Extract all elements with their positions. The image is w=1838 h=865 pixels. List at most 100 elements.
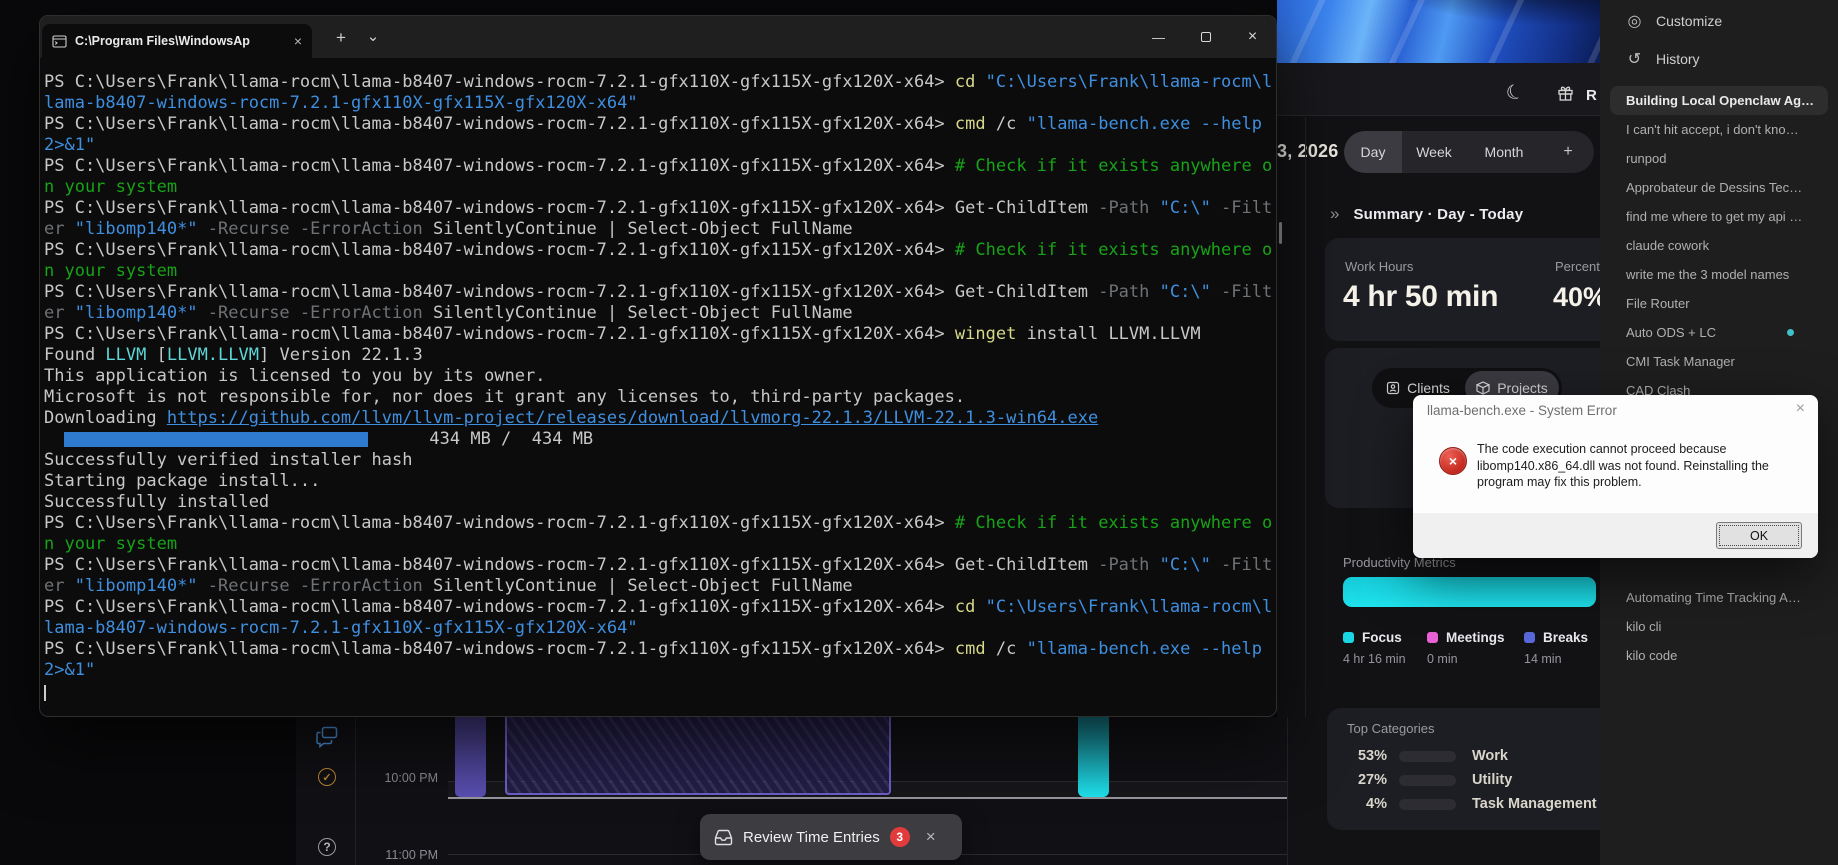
history-item[interactable]: Building Local Openclaw Ag… — [1610, 86, 1828, 115]
chat-icon[interactable] — [316, 726, 340, 748]
history-item-label: Auto ODS + LC — [1626, 325, 1716, 340]
system-error-dialog: llama-bench.exe - System Error × × The c… — [1413, 395, 1818, 558]
download-progress-bar — [64, 432, 368, 447]
inbox-icon — [714, 829, 733, 846]
help-icon[interactable]: ? — [318, 838, 336, 856]
top-categories-rows: 53%Work27%Utility4%Task Management — [1339, 744, 1607, 816]
maximize-button[interactable] — [1182, 16, 1229, 58]
toast-close-icon[interactable]: × — [926, 827, 936, 847]
category-percent: 27% — [1339, 772, 1387, 788]
tab-clients[interactable]: Clients — [1372, 380, 1464, 396]
legend-swatch — [1427, 632, 1438, 643]
toast-badge: 3 — [890, 827, 910, 847]
legend-item-focus: Focus4 hr 16 min — [1343, 630, 1406, 666]
terminal-line: PS C:\Users\Frank\llama-rocm\llama-b8407… — [44, 639, 1270, 660]
category-name: Utility — [1472, 772, 1512, 788]
time-label-11pm: 11:00 PM — [362, 848, 438, 862]
check-circle-icon[interactable]: ✓ — [318, 768, 336, 786]
terminal-line: PS C:\Users\Frank\llama-rocm\llama-b8407… — [44, 72, 1270, 93]
customize-button[interactable]: ◎ Customize — [1600, 4, 1838, 38]
legend-swatch — [1524, 632, 1535, 643]
category-name: Work — [1472, 748, 1508, 764]
history-item-label: write me the 3 model names — [1626, 267, 1789, 282]
terminal-line: n your system — [44, 177, 1270, 198]
category-percent: 53% — [1339, 748, 1387, 764]
work-hours-value: 4 hr 50 min — [1343, 280, 1498, 314]
review-time-entries-toast[interactable]: Review Time Entries 3 × — [700, 814, 962, 860]
history-item[interactable]: CMI Task Manager — [1610, 347, 1828, 376]
tab-close-icon[interactable]: × — [294, 33, 302, 49]
legend-item-meetings: Meetings0 min — [1427, 630, 1505, 666]
tab-dropdown-icon[interactable]: ⌄ — [360, 23, 386, 49]
percent-value: 40% — [1553, 282, 1607, 313]
terminal-body[interactable]: PS C:\Users\Frank\llama-rocm\llama-b8407… — [40, 58, 1276, 716]
terminal-tab-title: C:\Program Files\WindowsAp — [75, 34, 286, 48]
legend-item-breaks: Breaks14 min — [1524, 630, 1588, 666]
maximize-icon — [1201, 32, 1211, 42]
terminal-titlebar[interactable]: C:\Program Files\WindowsAp × + ⌄ — × — [40, 16, 1276, 58]
terminal-line: n your system — [44, 261, 1270, 282]
gift-icon[interactable] — [1557, 85, 1574, 102]
tab-month[interactable]: Month — [1466, 131, 1542, 173]
summary-header: » Summary · Day - Today — [1330, 204, 1523, 224]
tab-day[interactable]: Day — [1344, 131, 1402, 173]
category-name: Task Management — [1472, 796, 1597, 812]
add-view-button[interactable]: + — [1542, 131, 1594, 173]
history-item[interactable]: Auto ODS + LC — [1610, 318, 1828, 347]
terminal-line: lama-b8407-windows-rocm-7.2.1-gfx110X-gf… — [44, 618, 1270, 639]
category-bar-track — [1399, 751, 1456, 762]
ok-button[interactable]: OK — [1716, 522, 1802, 549]
terminal-line: PS C:\Users\Frank\llama-rocm\llama-b8407… — [44, 156, 1270, 177]
history-button[interactable]: ↺ History — [1600, 42, 1838, 76]
terminal-line: PS C:\Users\Frank\llama-rocm\llama-b8407… — [44, 555, 1270, 576]
terminal-line: Starting package install... — [44, 471, 1270, 492]
history-item[interactable]: kilo code — [1610, 641, 1828, 670]
terminal-line: n your system — [44, 534, 1270, 555]
summary-title: Summary · Day - Today — [1353, 206, 1523, 223]
terminal-tab[interactable]: C:\Program Files\WindowsAp × — [42, 24, 312, 58]
customize-label: Customize — [1656, 13, 1722, 29]
history-item[interactable]: write me the 3 model names — [1610, 260, 1828, 289]
cube-icon — [1476, 381, 1490, 395]
scrollbar-thumb[interactable] — [1279, 222, 1282, 244]
history-item[interactable]: runpod — [1610, 144, 1828, 173]
terminal-line: PS C:\Users\Frank\llama-rocm\llama-b8407… — [44, 282, 1270, 303]
tab-week[interactable]: Week — [1402, 131, 1466, 173]
history-item[interactable]: Automating Time Tracking A… — [1610, 583, 1828, 612]
dialog-message: The code execution cannot proceed becaus… — [1477, 441, 1809, 491]
legend-swatch — [1343, 632, 1354, 643]
history-item[interactable]: I can't hit accept, i don't kno… — [1610, 115, 1828, 144]
legend-name: Breaks — [1543, 630, 1588, 645]
history-item[interactable]: find me where to get my api … — [1610, 202, 1828, 231]
dialog-title: llama-bench.exe - System Error — [1427, 403, 1617, 418]
history-item-label: kilo code — [1626, 648, 1677, 663]
history-item[interactable]: claude cowork — [1610, 231, 1828, 260]
history-label: History — [1656, 51, 1700, 67]
history-item[interactable]: File Router — [1610, 289, 1828, 318]
top-categories-card: Top Categories 53%Work27%Utility4%Task M… — [1327, 708, 1617, 830]
terminal-line: PS C:\Users\Frank\llama-rocm\llama-b8407… — [44, 240, 1270, 261]
category-bar-track — [1399, 799, 1456, 810]
dialog-close-icon[interactable]: × — [1796, 400, 1805, 418]
panel-divider — [1305, 117, 1306, 717]
date-label: 3, 2026 — [1277, 141, 1338, 162]
terminal-line — [44, 681, 1270, 702]
history-item[interactable]: kilo cli — [1610, 612, 1828, 641]
current-time-line — [448, 797, 1287, 799]
close-button[interactable]: × — [1229, 16, 1276, 58]
account-label[interactable]: R — [1586, 87, 1597, 104]
chart-right-divider — [1287, 717, 1288, 865]
terminal-line: PS C:\Users\Frank\llama-rocm\llama-b8407… — [44, 513, 1270, 534]
tab-clients-label: Clients — [1407, 380, 1450, 396]
terminal-line: PS C:\Users\Frank\llama-rocm\llama-b8407… — [44, 597, 1270, 618]
legend-time: 0 min — [1427, 652, 1505, 666]
app-header — [1277, 63, 1600, 116]
terminal-line: lama-b8407-windows-rocm-7.2.1-gfx110X-gf… — [44, 93, 1270, 114]
terminal-line: This application is licensed to you by i… — [44, 366, 1270, 387]
new-tab-button[interactable]: + — [326, 25, 356, 51]
history-item-label: I can't hit accept, i don't kno… — [1626, 122, 1799, 137]
expand-chevrons-icon[interactable]: » — [1330, 204, 1339, 224]
history-item[interactable]: Approbateur de Dessins Tec… — [1610, 173, 1828, 202]
minimize-button[interactable]: — — [1135, 16, 1182, 58]
unread-dot — [1787, 329, 1794, 336]
